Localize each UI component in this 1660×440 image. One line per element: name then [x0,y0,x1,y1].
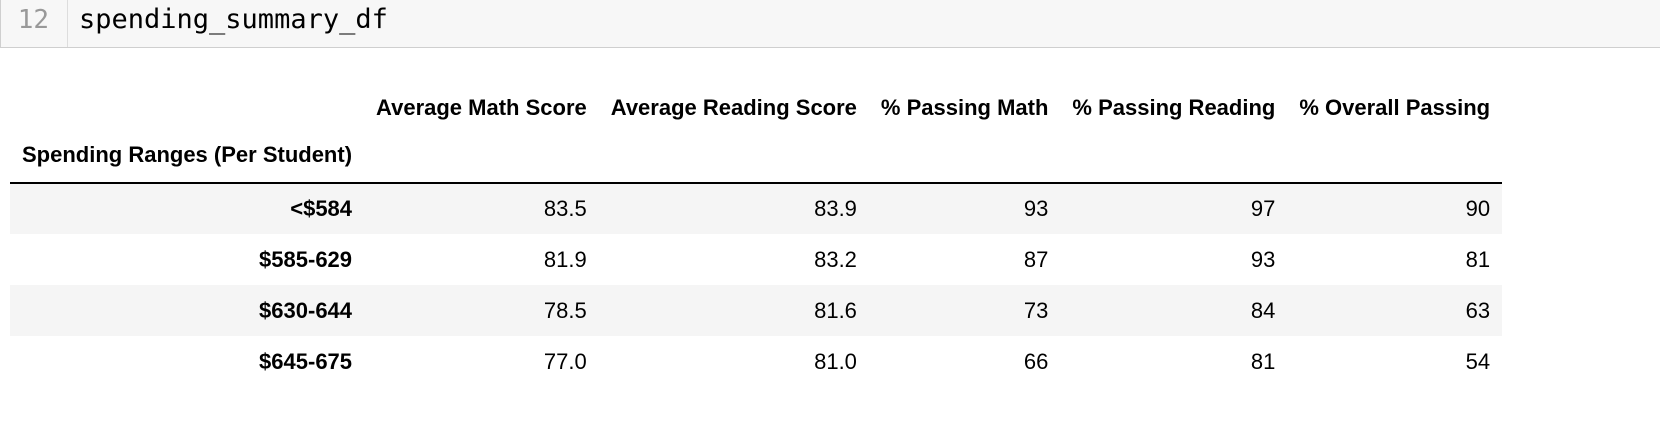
table-cell: 78.5 [543,297,587,323]
table-cell: 84 [1250,297,1276,323]
row-index: $645-675 [259,348,353,374]
row-index: <$584 [290,196,353,221]
column-header: Average Reading Score [610,95,857,120]
header-blank [868,128,1061,184]
table-row: <$584 83.5 83.9 93 97 90 [10,183,1503,234]
column-header-row: Average Math Score Average Reading Score… [10,88,1502,128]
header-blank [364,128,599,184]
table-row: $645-675 77.0 81.0 66 81 54 [10,336,1502,387]
table-cell: 87 [1023,246,1049,272]
header-blank [1287,128,1503,184]
notebook-cell: 12 spending_summary_df Average Math Scor… [0,0,1660,440]
table-cell: 81 [1465,246,1491,272]
row-index: $630-644 [259,297,353,323]
header-blank [598,128,869,184]
table-cell: 66 [1023,348,1049,374]
table-cell: 81.6 [814,297,857,323]
header-blank [1060,128,1288,184]
code-input-area[interactable]: 12 spending_summary_df [0,0,1660,48]
table-cell: 54 [1465,348,1491,374]
code-line[interactable]: spending_summary_df [79,0,388,40]
table-row: $585-629 81.9 83.2 87 93 81 [10,234,1502,285]
line-number: 12 [1,0,68,47]
table-cell: 81 [1250,348,1276,374]
table-cell: 93 [1250,246,1276,272]
table-cell: 73 [1023,297,1049,323]
table-cell: 97 [1250,196,1276,221]
column-header: % Passing Math [880,95,1049,120]
table-cell: 83.5 [543,196,587,221]
table-row: $630-644 78.5 81.6 73 84 63 [10,285,1503,336]
column-header: Average Math Score [376,95,587,120]
table-cell: 83.2 [814,246,857,272]
table-cell: 81.0 [814,348,857,374]
index-header-row: Spending Ranges (Per Student) [10,128,1503,184]
table-cell: 81.9 [543,246,587,272]
table-cell: 83.9 [814,196,857,221]
table-cell: 93 [1023,196,1049,221]
column-header: % Passing Reading [1072,95,1276,120]
table-cell: 77.0 [543,348,587,374]
table-cell: 90 [1465,196,1491,221]
dataframe-output: Average Math Score Average Reading Score… [10,88,1503,387]
header-blank [10,88,364,128]
column-header: % Overall Passing [1299,95,1491,120]
row-index: $585-629 [259,246,353,272]
index-name-header: Spending Ranges (Per Student) [10,128,365,184]
table-cell: 63 [1465,297,1491,323]
